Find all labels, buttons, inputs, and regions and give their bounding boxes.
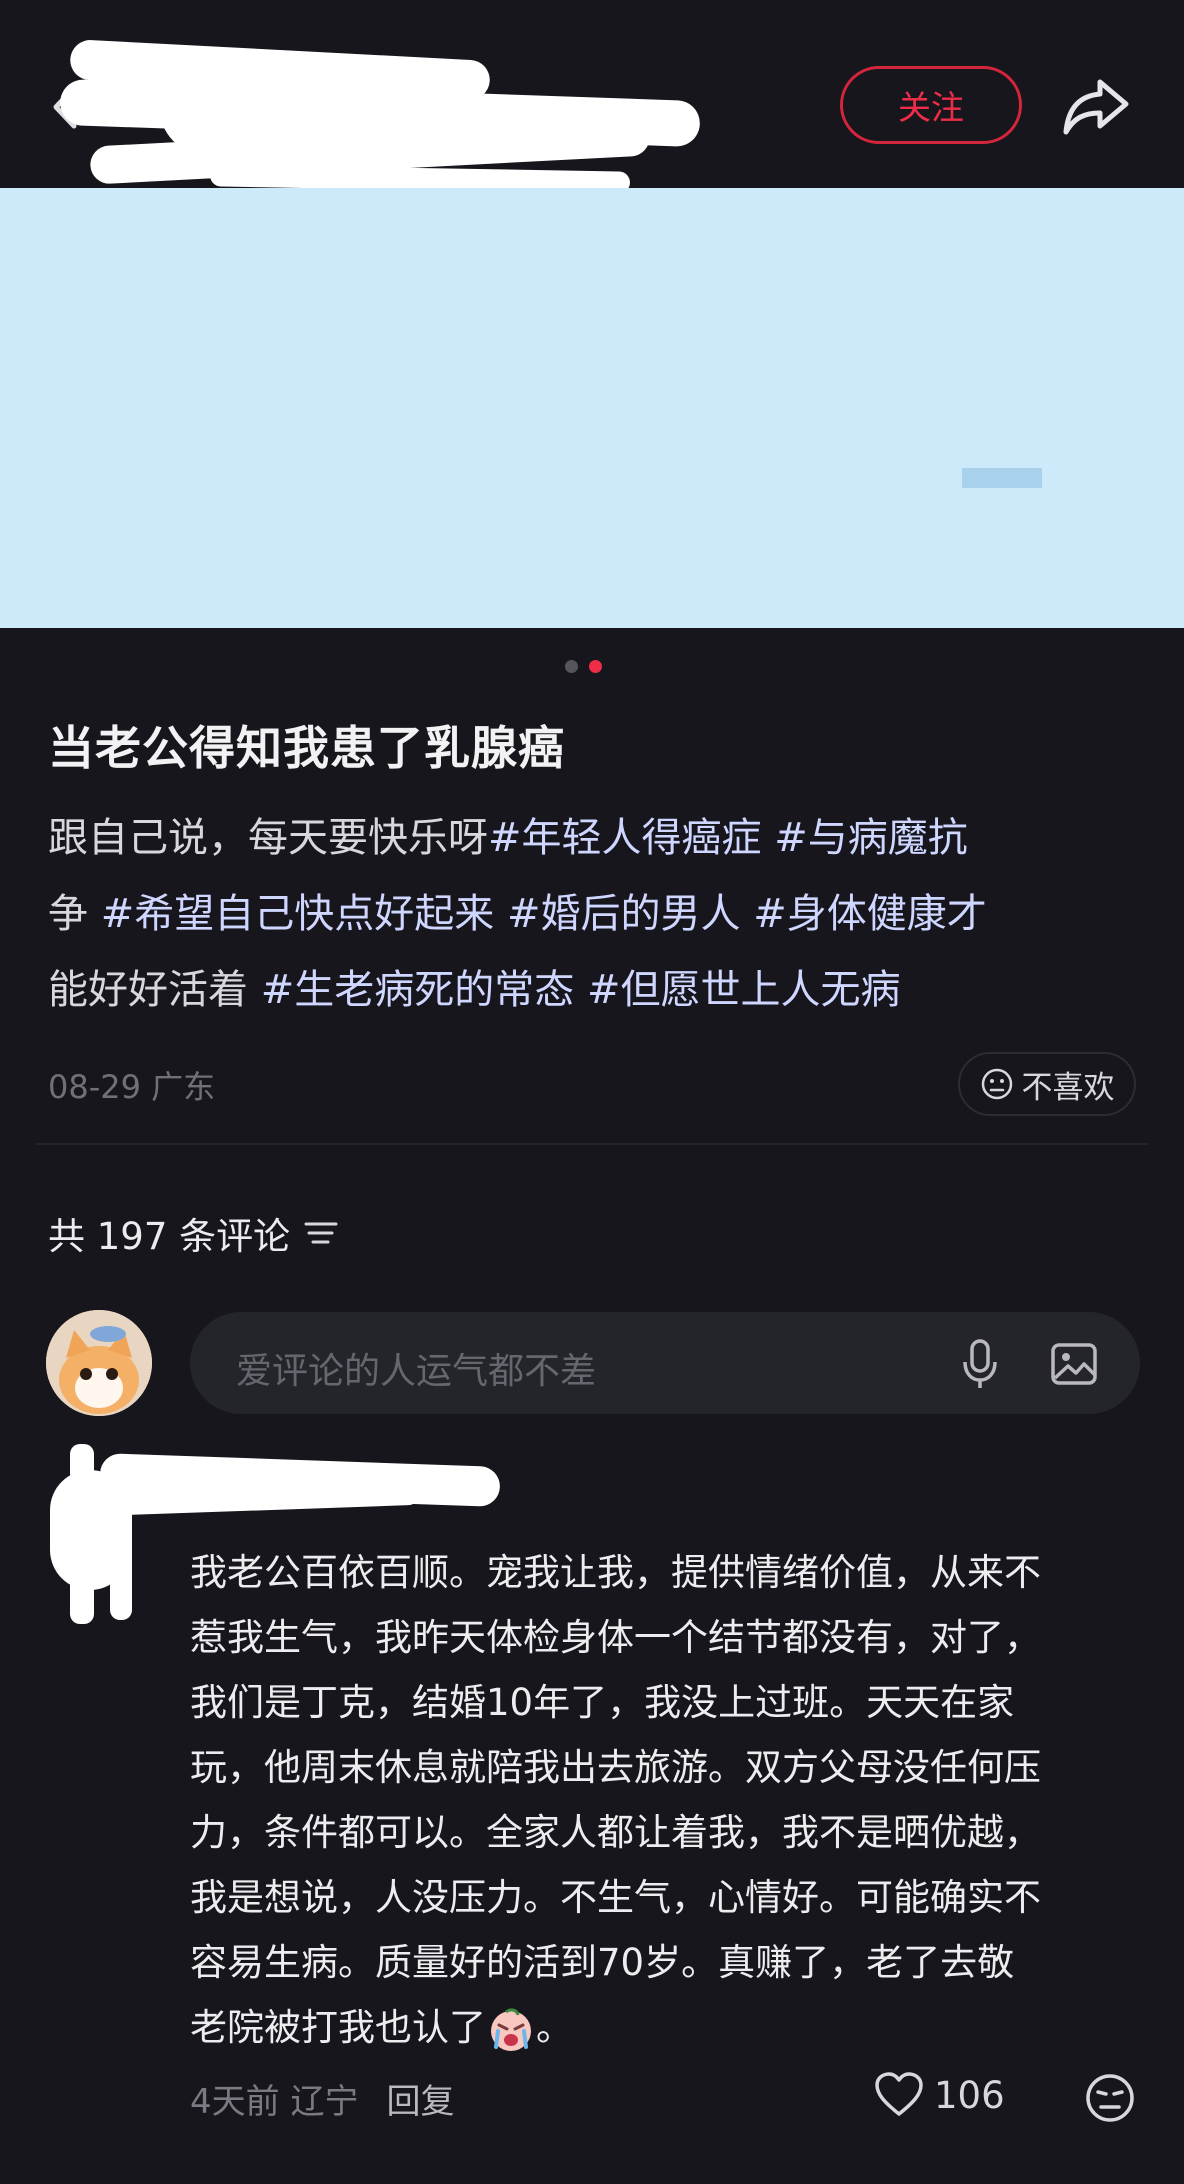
share-icon[interactable] <box>1062 76 1130 136</box>
comment-line: 我老公百依百顺。宠我让我，提供情绪价值，从来不 <box>190 1551 1041 1594</box>
avatar[interactable] <box>46 1310 152 1416</box>
comment-line: 惹我生气，我昨天体检身体一个结节都没有，对了， <box>190 1616 1041 1659</box>
neutral-face-icon[interactable] <box>1084 2072 1136 2124</box>
follow-button[interactable]: 关注 <box>840 66 1022 144</box>
sort-filter-icon[interactable] <box>304 1220 338 1246</box>
post-body: 跟自己说，每天要快乐呀#年轻人得癌症 #与病魔抗争 #希望自己快点好起来 #婚后… <box>48 800 1148 1028</box>
post-body-text <box>494 891 507 937</box>
comment-input-placeholder: 爱评论的人运气都不差 <box>236 1351 597 1392</box>
post-body-text: 能好好活着 <box>48 967 248 1013</box>
divider <box>36 1143 1148 1145</box>
post-body-text <box>740 891 753 937</box>
comment-line: 玩，他周末休息就陪我出去旅游。双方父母没任何压 <box>190 1746 1041 1789</box>
comment-line-tail: 。 <box>536 2006 573 2049</box>
neutral-face-icon <box>981 1068 1012 1100</box>
carousel-dot-active <box>589 660 602 673</box>
post-body-line: 跟自己说，每天要快乐呀#年轻人得癌症 #与病魔抗 <box>48 800 1148 876</box>
like-count: 106 <box>934 2073 1005 2117</box>
post-date-location: 08-29 广东 <box>48 1068 216 1106</box>
comment-text: 我老公百依百顺。宠我让我，提供情绪价值，从来不 惹我生气，我昨天体检身体一个结节… <box>190 1540 1150 2060</box>
comment-line-text: 老院被打我也认了 <box>190 2006 486 2049</box>
post-body-text: 跟自己说，每天要快乐呀 <box>48 815 488 861</box>
post-body-text <box>248 967 261 1013</box>
comment-time: 4天前 <box>190 2082 280 2122</box>
redacted-username-scribble <box>59 39 730 200</box>
hashtag-link[interactable]: #但愿世上人无病 <box>587 967 901 1013</box>
comment-time-location: 4天前 辽宁 <box>190 2074 358 2123</box>
comment-line: 容易生病。质量好的活到70岁。真赚了，老了去敬 <box>190 1941 1015 1984</box>
hashtag-link[interactable]: #年轻人得癌症 <box>488 815 762 861</box>
post-image[interactable] <box>0 188 1184 628</box>
comment-line: 力，条件都可以。全家人都让着我，我不是晒优越， <box>190 1811 1041 1854</box>
comment-count-header[interactable]: 共 197 条评论 <box>48 1206 338 1260</box>
comment-location: 辽宁 <box>290 2082 359 2122</box>
cat-avatar-icon <box>46 1310 152 1416</box>
hashtag-link[interactable]: #与病魔抗 <box>774 815 968 861</box>
hashtag-link[interactable]: #希望自己快点好起来 <box>101 891 495 937</box>
crying-emoji-icon <box>491 2007 531 2051</box>
post-body-line: 争 #希望自己快点好起来 #婚后的男人 #身体健康才 <box>48 876 1148 952</box>
hashtag-link[interactable]: #婚后的男人 <box>507 891 741 937</box>
carousel-dot <box>565 660 578 673</box>
reply-button[interactable]: 回复 <box>386 2074 454 2123</box>
carousel-indicator <box>565 660 605 674</box>
image-icon[interactable] <box>1050 1342 1098 1386</box>
like-button[interactable]: 106 <box>874 2072 1005 2118</box>
post-body-text <box>88 891 101 937</box>
comment-line: 我是想说，人没压力。不生气，心情好。可能确实不 <box>190 1876 1041 1919</box>
heart-icon <box>875 2072 923 2116</box>
comment-count: 共 197 条评论 <box>48 1215 291 1258</box>
comment-meta: 4天前 辽宁 回复 <box>190 2074 454 2123</box>
post-body-text <box>762 815 775 861</box>
post-title: 当老公得知我患了乳腺癌 <box>48 721 565 775</box>
dislike-button[interactable]: 不喜欢 <box>958 1052 1136 1116</box>
comment-line: 老院被打我也认了 。 <box>190 1995 1150 2060</box>
microphone-icon[interactable] <box>960 1338 1000 1390</box>
post-body-line: 能好好活着 #生老病死的常态 #但愿世上人无病 <box>48 952 1148 1028</box>
image-fragment <box>962 468 1042 488</box>
hashtag-link[interactable]: #生老病死的常态 <box>261 967 575 1013</box>
dislike-label: 不喜欢 <box>1021 1069 1115 1106</box>
post-body-text: 争 <box>48 891 88 937</box>
comment-line: 我们是丁克，结婚10年了，我没上过班。天天在家 <box>190 1681 1015 1724</box>
hashtag-link[interactable]: #身体健康才 <box>753 891 987 937</box>
post-body-text <box>574 967 587 1013</box>
